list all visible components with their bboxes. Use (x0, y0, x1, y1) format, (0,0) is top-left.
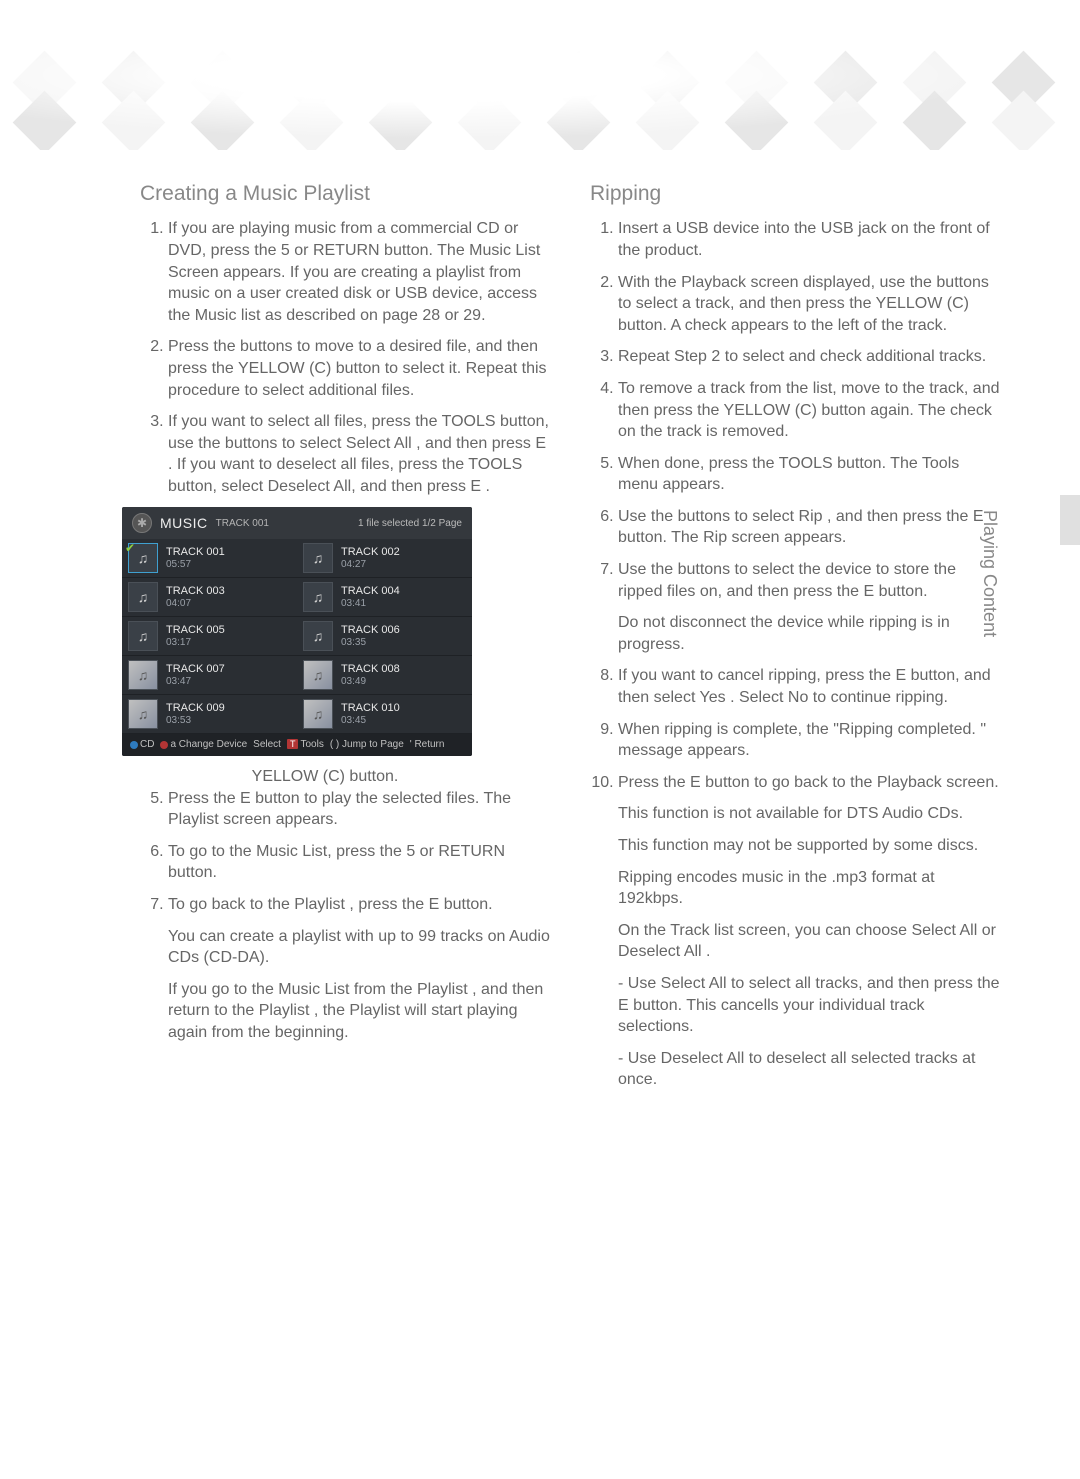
ripping-step-4: To remove a track from the list, move to… (618, 378, 1000, 443)
ripping-step-5: When done, press the TOOLS button. The T… (618, 453, 1000, 496)
track-time: 04:27 (341, 558, 400, 572)
music-screen-subtitle: TRACK 001 (216, 517, 269, 531)
playlist-note-2: If you go to the Music List from the Pla… (140, 979, 550, 1044)
music-screen-title: MUSIC (160, 514, 208, 533)
ripping-note-2: This function may not be supported by so… (590, 835, 1000, 857)
track-name: TRACK 009 (166, 702, 225, 714)
ripping-step-7-warning: Do not disconnect the device while rippi… (618, 612, 1000, 655)
track-time: 03:17 (166, 636, 225, 650)
music-note-icon: ♫ (303, 660, 333, 690)
footer-jump: ( ) Jump to Page (330, 738, 404, 752)
ripping-bullet-2: Use Deselect All to deselect all selecte… (618, 1048, 1000, 1091)
ripping-step-2: With the Playback screen displayed, use … (618, 272, 1000, 337)
ripping-step-9: When ripping is complete, the "Ripping c… (618, 719, 1000, 762)
decorative-header-pattern (0, 0, 1080, 150)
track-name: TRACK 004 (341, 585, 400, 597)
music-note-icon: ♫ (128, 699, 158, 729)
music-track: ♫ TRACK 00603:35 (297, 617, 472, 656)
music-track: ♫✔ TRACK 00105:57 (122, 539, 297, 578)
footer-change-device: a Change Device (170, 739, 247, 750)
track-name: TRACK 005 (166, 624, 225, 636)
track-name: TRACK 010 (341, 702, 400, 714)
heading-ripping: Ripping (590, 180, 1000, 208)
music-note-icon: ♫ (128, 660, 158, 690)
track-name: TRACK 002 (341, 546, 400, 558)
playlist-step-7: To go back to the Playlist , press the E… (168, 894, 550, 916)
music-note-icon: ♫ (303, 621, 333, 651)
track-time: 03:53 (166, 714, 225, 728)
music-note-icon: ♫ (303, 543, 333, 573)
music-track: ♫ TRACK 00803:49 (297, 656, 472, 695)
music-track: ♫ TRACK 00204:27 (297, 539, 472, 578)
ripping-note-4: On the Track list screen, you can choose… (590, 920, 1000, 963)
track-time: 03:41 (341, 597, 400, 611)
music-track: ♫ TRACK 00304:07 (122, 578, 297, 617)
track-name: TRACK 006 (341, 624, 400, 636)
heading-creating-playlist: Creating a Music Playlist (140, 180, 550, 208)
ripping-step-7: Use the buttons to select the device to … (618, 559, 1000, 655)
yellow-c-caption: YELLOW (C) button. (140, 766, 550, 788)
gear-icon: ✱ (132, 513, 152, 533)
track-name: TRACK 003 (166, 585, 225, 597)
music-track: ♫ TRACK 01003:45 (297, 695, 472, 734)
ripping-step-3: Repeat Step 2 to select and check additi… (618, 346, 1000, 368)
ripping-note-1: This function is not available for DTS A… (590, 803, 1000, 825)
track-time: 03:45 (341, 714, 400, 728)
music-note-icon: ♫ (128, 582, 158, 612)
playlist-step-5: Press the E button to play the selected … (168, 788, 550, 831)
track-name: TRACK 007 (166, 663, 225, 675)
ripping-step-6: Use the buttons to select Rip , and then… (618, 506, 1000, 549)
ripping-bullet-1: Use Select All to select all tracks, and… (618, 973, 1000, 1038)
footer-tools: Tools (300, 739, 323, 750)
playlist-note-1: You can create a playlist with up to 99 … (140, 926, 550, 969)
section-side-tab: Playing Content (979, 500, 1000, 637)
music-track: ♫ TRACK 00703:47 (122, 656, 297, 695)
right-column: Ripping Insert a USB device into the USB… (590, 180, 1000, 1101)
playlist-step-6: To go to the Music List, press the 5 or … (168, 841, 550, 884)
ripping-step-1: Insert a USB device into the USB jack on… (618, 218, 1000, 261)
music-note-icon: ♫✔ (128, 543, 158, 573)
music-track: ♫ TRACK 00503:17 (122, 617, 297, 656)
track-time: 05:57 (166, 558, 225, 572)
music-note-icon: ♫ (128, 621, 158, 651)
track-name: TRACK 008 (341, 663, 400, 675)
footer-return: ' Return (410, 738, 445, 752)
ripping-note-3: Ripping encodes music in the .mp3 format… (590, 867, 1000, 910)
track-time: 03:47 (166, 675, 225, 689)
footer-cd: CD (140, 739, 154, 750)
side-tab-label: Playing Content (979, 510, 1000, 637)
track-time: 03:49 (341, 675, 400, 689)
ripping-step-8: If you want to cancel ripping, press the… (618, 665, 1000, 708)
music-list-screen: ✱ MUSIC TRACK 001 1 file selected 1/2 Pa… (122, 507, 472, 756)
music-note-icon: ♫ (303, 699, 333, 729)
music-track: ♫ TRACK 00903:53 (122, 695, 297, 734)
ripping-step-10: Press the E button to go back to the Pla… (618, 772, 1000, 794)
music-note-icon: ♫ (303, 582, 333, 612)
playlist-step-2: Press the buttons to move to a desired f… (168, 336, 550, 401)
playlist-step-1: If you are playing music from a commerci… (168, 218, 550, 326)
track-time: 03:35 (341, 636, 400, 650)
track-name: TRACK 001 (166, 546, 225, 558)
music-track: ♫ TRACK 00403:41 (297, 578, 472, 617)
left-column: Creating a Music Playlist If you are pla… (140, 180, 550, 1101)
track-time: 04:07 (166, 597, 225, 611)
footer-select: Select (253, 738, 281, 752)
music-screen-status: 1 file selected 1/2 Page (358, 517, 462, 531)
playlist-step-3: If you want to select all files, press t… (168, 411, 550, 497)
